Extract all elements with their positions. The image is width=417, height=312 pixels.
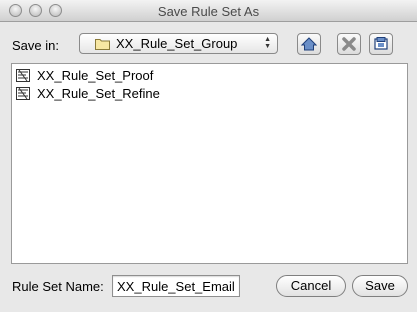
new-folder-button[interactable]	[369, 33, 393, 55]
chevron-up-down-icon: ▲ ▼	[264, 36, 271, 50]
title-bar: Save Rule Set As	[0, 0, 417, 22]
folder-select[interactable]: XX_Rule_Set_Group ▲ ▼	[79, 33, 278, 54]
window-title: Save Rule Set As	[157, 4, 260, 19]
save-in-label: Save in:	[12, 38, 59, 53]
list-item-label: XX_Rule_Set_Proof	[37, 68, 154, 83]
delete-icon	[342, 37, 356, 51]
file-list[interactable]: XX_Rule_Set_Proof XX_Rule_Set_Refine	[11, 63, 408, 264]
list-item-label: XX_Rule_Set_Refine	[37, 86, 160, 101]
rule-set-name-field[interactable]	[112, 275, 240, 297]
folder-icon	[95, 39, 110, 50]
rule-set-name-label: Rule Set Name:	[12, 279, 104, 294]
save-button[interactable]: Save	[352, 275, 408, 297]
home-icon	[301, 37, 317, 51]
list-item[interactable]: XX_Rule_Set_Refine	[12, 85, 407, 103]
home-button[interactable]	[297, 33, 321, 55]
delete-button[interactable]	[337, 33, 361, 55]
cancel-button[interactable]: Cancel	[276, 275, 346, 297]
rule-set-file-icon	[16, 69, 30, 82]
rule-set-file-icon	[16, 87, 30, 100]
folder-select-value: XX_Rule_Set_Group	[116, 36, 238, 51]
new-folder-icon	[374, 37, 388, 50]
list-item[interactable]: XX_Rule_Set_Proof	[12, 67, 407, 85]
